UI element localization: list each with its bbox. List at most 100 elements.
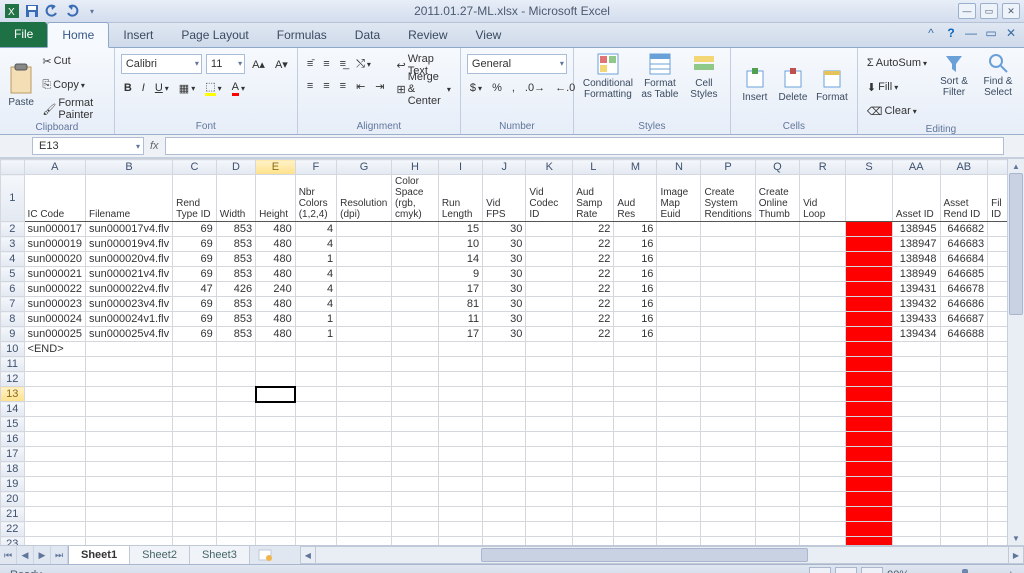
cell[interactable] xyxy=(438,342,482,357)
cell[interactable] xyxy=(940,432,988,447)
cell[interactable] xyxy=(614,507,657,522)
column-header-N[interactable]: N xyxy=(657,160,701,175)
cell[interactable]: 646684 xyxy=(940,252,988,267)
cell[interactable] xyxy=(216,372,255,387)
format-painter-button[interactable]: 🖌Format Painter xyxy=(39,98,107,120)
cell[interactable] xyxy=(483,522,526,537)
comma-format-icon[interactable]: , xyxy=(509,81,518,95)
cut-button[interactable]: ✂Cut xyxy=(39,50,107,72)
cell[interactable] xyxy=(483,507,526,522)
cell[interactable] xyxy=(86,447,173,462)
cell[interactable]: 10 xyxy=(438,237,482,252)
cell[interactable] xyxy=(295,507,336,522)
cell[interactable]: 22 xyxy=(573,297,614,312)
cell[interactable] xyxy=(846,417,893,432)
cell[interactable] xyxy=(483,492,526,507)
cell[interactable] xyxy=(892,372,940,387)
cell[interactable] xyxy=(892,432,940,447)
cell[interactable] xyxy=(657,432,701,447)
cell[interactable] xyxy=(657,507,701,522)
hscroll-left-icon[interactable]: ◀ xyxy=(301,547,316,563)
cell[interactable]: 4 xyxy=(295,282,336,297)
cell[interactable] xyxy=(800,327,846,342)
increase-indent-icon[interactable]: ⇥ xyxy=(372,79,387,94)
cell[interactable] xyxy=(614,372,657,387)
cell[interactable] xyxy=(892,522,940,537)
borders-button[interactable]: ▦▾ xyxy=(176,81,198,96)
column-header-R[interactable]: R xyxy=(800,160,846,175)
cell[interactable] xyxy=(526,252,573,267)
cell[interactable] xyxy=(173,432,217,447)
cell[interactable] xyxy=(846,387,893,402)
cell[interactable] xyxy=(392,492,439,507)
cell[interactable] xyxy=(392,522,439,537)
cell[interactable] xyxy=(173,342,217,357)
cell[interactable]: 1 xyxy=(295,252,336,267)
cell[interactable]: 30 xyxy=(483,297,526,312)
cell[interactable]: 11 xyxy=(438,312,482,327)
cell[interactable] xyxy=(337,282,392,297)
tab-view[interactable]: View xyxy=(462,23,516,47)
cell[interactable] xyxy=(940,417,988,432)
cell[interactable]: 69 xyxy=(173,222,217,237)
cell[interactable] xyxy=(614,522,657,537)
align-bottom-icon[interactable]: ≡̲ xyxy=(337,57,349,71)
cell[interactable]: 853 xyxy=(216,267,255,282)
header-cell[interactable]: Image Map Euid xyxy=(657,175,701,222)
cell[interactable] xyxy=(657,522,701,537)
cell[interactable] xyxy=(614,357,657,372)
row-header-14[interactable]: 14 xyxy=(1,402,25,417)
cell[interactable] xyxy=(86,522,173,537)
cell[interactable] xyxy=(940,507,988,522)
cell[interactable] xyxy=(24,372,85,387)
cell[interactable]: 30 xyxy=(483,282,526,297)
tab-review[interactable]: Review xyxy=(394,23,461,47)
cell[interactable]: 853 xyxy=(216,222,255,237)
cell[interactable]: sun000020v4.flv xyxy=(86,252,173,267)
cell[interactable] xyxy=(800,282,846,297)
cell[interactable]: sun000019v4.flv xyxy=(86,237,173,252)
cell[interactable] xyxy=(701,522,755,537)
cell[interactable] xyxy=(295,417,336,432)
cell[interactable] xyxy=(940,522,988,537)
orientation-icon[interactable]: ⤭▾ xyxy=(353,57,374,72)
cell[interactable] xyxy=(216,477,255,492)
cell[interactable] xyxy=(86,342,173,357)
cell[interactable] xyxy=(256,507,296,522)
row-header-4[interactable]: 4 xyxy=(1,252,25,267)
cell[interactable] xyxy=(256,357,296,372)
cell[interactable] xyxy=(573,402,614,417)
cell[interactable]: 30 xyxy=(483,327,526,342)
cell[interactable] xyxy=(657,222,701,237)
tab-page-layout[interactable]: Page Layout xyxy=(167,23,262,47)
header-cell[interactable]: Asset Rend ID xyxy=(940,175,988,222)
cell[interactable] xyxy=(614,537,657,546)
cell[interactable] xyxy=(438,372,482,387)
clear-button[interactable]: ⌫Clear▾ xyxy=(864,100,930,122)
cell[interactable] xyxy=(216,387,255,402)
cell[interactable] xyxy=(526,522,573,537)
cell[interactable] xyxy=(800,432,846,447)
cell[interactable] xyxy=(256,402,296,417)
cell[interactable]: sun000023 xyxy=(24,297,85,312)
column-header-M[interactable]: M xyxy=(614,160,657,175)
decrease-indent-icon[interactable]: ⇤ xyxy=(353,79,368,94)
cell[interactable] xyxy=(295,387,336,402)
cell[interactable] xyxy=(526,237,573,252)
cell[interactable] xyxy=(173,537,217,546)
header-cell[interactable]: Rend Type ID xyxy=(173,175,217,222)
cell[interactable] xyxy=(988,312,1008,327)
cell[interactable] xyxy=(657,342,701,357)
header-cell[interactable]: Aud Samp Rate xyxy=(573,175,614,222)
cell[interactable] xyxy=(800,357,846,372)
row-header-23[interactable]: 23 xyxy=(1,537,25,546)
cell[interactable] xyxy=(800,372,846,387)
cell[interactable] xyxy=(173,507,217,522)
cell[interactable] xyxy=(614,417,657,432)
cell[interactable] xyxy=(800,492,846,507)
cell[interactable]: 4 xyxy=(295,297,336,312)
cell[interactable] xyxy=(755,237,799,252)
column-header-K[interactable]: K xyxy=(526,160,573,175)
cell[interactable] xyxy=(86,492,173,507)
sheet-tab-sheet1[interactable]: Sheet1 xyxy=(69,546,130,564)
